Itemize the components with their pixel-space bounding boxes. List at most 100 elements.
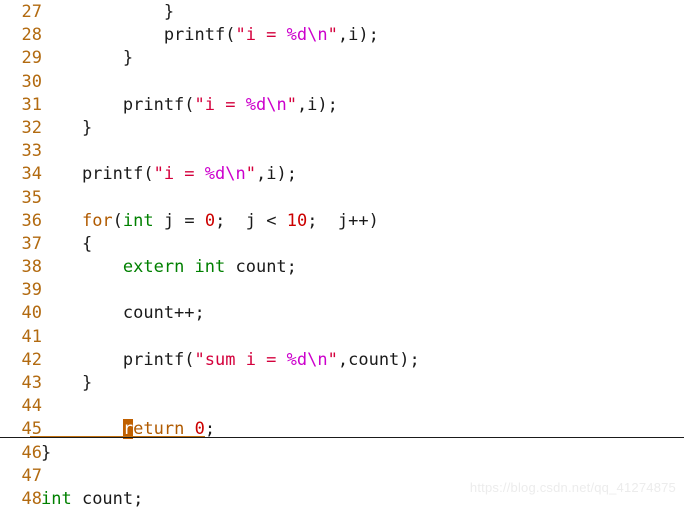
code-token: j = bbox=[153, 210, 205, 231]
code-line[interactable]: 42 printf("sum i = %d\n",count); bbox=[0, 349, 684, 372]
line-number: 28 bbox=[21, 25, 42, 46]
code-line-content: { bbox=[41, 233, 92, 256]
code-token: %d bbox=[204, 164, 226, 185]
code-token: \n bbox=[307, 349, 328, 370]
line-number: 29 bbox=[21, 48, 42, 69]
code-lines-container[interactable]: 27 } 28 printf("i = %d\n",i); 29 } 30 31 pri… bbox=[0, 1, 684, 511]
line-number: 40 bbox=[21, 303, 42, 324]
code-line[interactable]: 29 } bbox=[0, 47, 684, 70]
code-line-content: } bbox=[41, 117, 92, 140]
horizontal-separator-rule bbox=[0, 437, 684, 438]
watermark-text: https://blog.csdn.net/qq_41274875 bbox=[469, 480, 676, 495]
line-number: 44 bbox=[21, 396, 42, 417]
code-token: ; j < bbox=[215, 210, 287, 231]
code-line[interactable]: 43 } bbox=[0, 372, 684, 395]
code-line[interactable]: 44 bbox=[0, 395, 684, 418]
code-token: } bbox=[41, 117, 93, 138]
line-number: 30 bbox=[21, 71, 42, 92]
code-line-content: printf("i = %d\n",i); bbox=[41, 24, 379, 47]
code-token: "i = bbox=[235, 25, 287, 46]
code-token: "sum i = bbox=[194, 349, 287, 370]
code-token: int bbox=[122, 210, 154, 231]
code-token: for bbox=[81, 210, 113, 231]
code-line[interactable]: 37 { bbox=[0, 233, 684, 256]
code-token: ,i); bbox=[337, 25, 379, 46]
code-token: " bbox=[245, 164, 256, 185]
code-token: " bbox=[327, 25, 338, 46]
code-line-content: int count; bbox=[41, 488, 143, 511]
line-number: 42 bbox=[21, 349, 42, 370]
code-token: \n bbox=[225, 164, 246, 185]
code-line[interactable]: 34 printf("i = %d\n",i); bbox=[0, 163, 684, 186]
code-token: printf( bbox=[41, 349, 195, 370]
code-token: ; j++) bbox=[307, 210, 379, 231]
code-line[interactable]: 39 bbox=[0, 279, 684, 302]
code-token: ( bbox=[112, 210, 123, 231]
code-token: %d bbox=[245, 94, 267, 115]
line-number: 48 bbox=[21, 488, 42, 509]
code-token: count; bbox=[225, 257, 297, 278]
code-token: printf( bbox=[41, 94, 195, 115]
code-line-content: printf("i = %d\n",i); bbox=[41, 94, 338, 117]
line-number: 45 bbox=[21, 419, 42, 440]
line-number: 33 bbox=[21, 141, 42, 162]
code-token: %d bbox=[286, 349, 308, 370]
line-number: 34 bbox=[21, 164, 42, 185]
line-number: 36 bbox=[21, 210, 42, 231]
code-token: count++; bbox=[41, 303, 205, 324]
code-token: \n bbox=[266, 94, 287, 115]
code-line[interactable]: 31 printf("i = %d\n",i); bbox=[0, 94, 684, 117]
code-line[interactable]: 40 count++; bbox=[0, 302, 684, 325]
line-number: 47 bbox=[21, 465, 42, 486]
code-token: ,count); bbox=[337, 349, 420, 370]
code-line-content: count++; bbox=[41, 302, 205, 325]
line-number: 43 bbox=[21, 373, 42, 393]
code-token: printf( bbox=[41, 164, 154, 185]
code-line-content: for(int j = 0; j < 10; j++) bbox=[41, 210, 379, 233]
code-line-content: printf("sum i = %d\n",count); bbox=[41, 349, 420, 372]
code-token: 10 bbox=[286, 210, 308, 231]
code-line[interactable]: 45 return 0; bbox=[0, 418, 684, 441]
code-line-content: return 0; bbox=[41, 418, 215, 441]
line-number: 37 bbox=[21, 233, 42, 254]
code-line[interactable]: 41 bbox=[0, 326, 684, 349]
code-line[interactable]: 36 for(int j = 0; j < 10; j++) bbox=[0, 210, 684, 233]
code-line[interactable]: 32 } bbox=[0, 117, 684, 140]
code-token: ,i); bbox=[296, 94, 338, 115]
code-token: } bbox=[41, 442, 52, 463]
code-line[interactable]: 46} bbox=[0, 442, 684, 465]
code-token: } bbox=[41, 48, 134, 69]
code-editor[interactable]: 27 } 28 printf("i = %d\n",i); 29 } 30 31 pri… bbox=[0, 0, 684, 513]
code-token: "i = bbox=[153, 164, 205, 185]
code-token: count; bbox=[71, 488, 144, 509]
code-token: printf( bbox=[41, 25, 236, 46]
code-line-content: extern int count; bbox=[41, 256, 297, 279]
code-token: %d bbox=[286, 25, 308, 46]
code-token: } bbox=[41, 373, 93, 393]
code-token: } bbox=[41, 2, 175, 22]
code-line[interactable]: 33 bbox=[0, 140, 684, 163]
line-number: 46 bbox=[21, 442, 42, 463]
line-number: 41 bbox=[21, 326, 42, 347]
code-line[interactable]: 30 bbox=[0, 71, 684, 94]
code-token: ,i); bbox=[256, 164, 297, 185]
code-token: { bbox=[41, 233, 93, 254]
code-token: extern int bbox=[122, 257, 226, 278]
line-number: 27 bbox=[21, 2, 42, 22]
line-number: 39 bbox=[21, 280, 42, 301]
code-line[interactable]: 38 extern int count; bbox=[0, 256, 684, 279]
code-line-content: } bbox=[41, 372, 92, 395]
code-line[interactable]: 28 printf("i = %d\n",i); bbox=[0, 24, 684, 47]
code-token: "i = bbox=[194, 94, 246, 115]
code-line-content: } bbox=[41, 442, 51, 465]
code-line-content: printf("i = %d\n",i); bbox=[41, 163, 297, 186]
code-token: 0 bbox=[204, 210, 216, 231]
code-line[interactable]: 27 } bbox=[0, 1, 684, 24]
code-token: " bbox=[327, 349, 338, 370]
code-token: int bbox=[41, 488, 72, 509]
code-line[interactable]: 35 bbox=[0, 187, 684, 210]
code-line-content: } bbox=[41, 1, 174, 24]
line-number: 31 bbox=[21, 94, 42, 115]
